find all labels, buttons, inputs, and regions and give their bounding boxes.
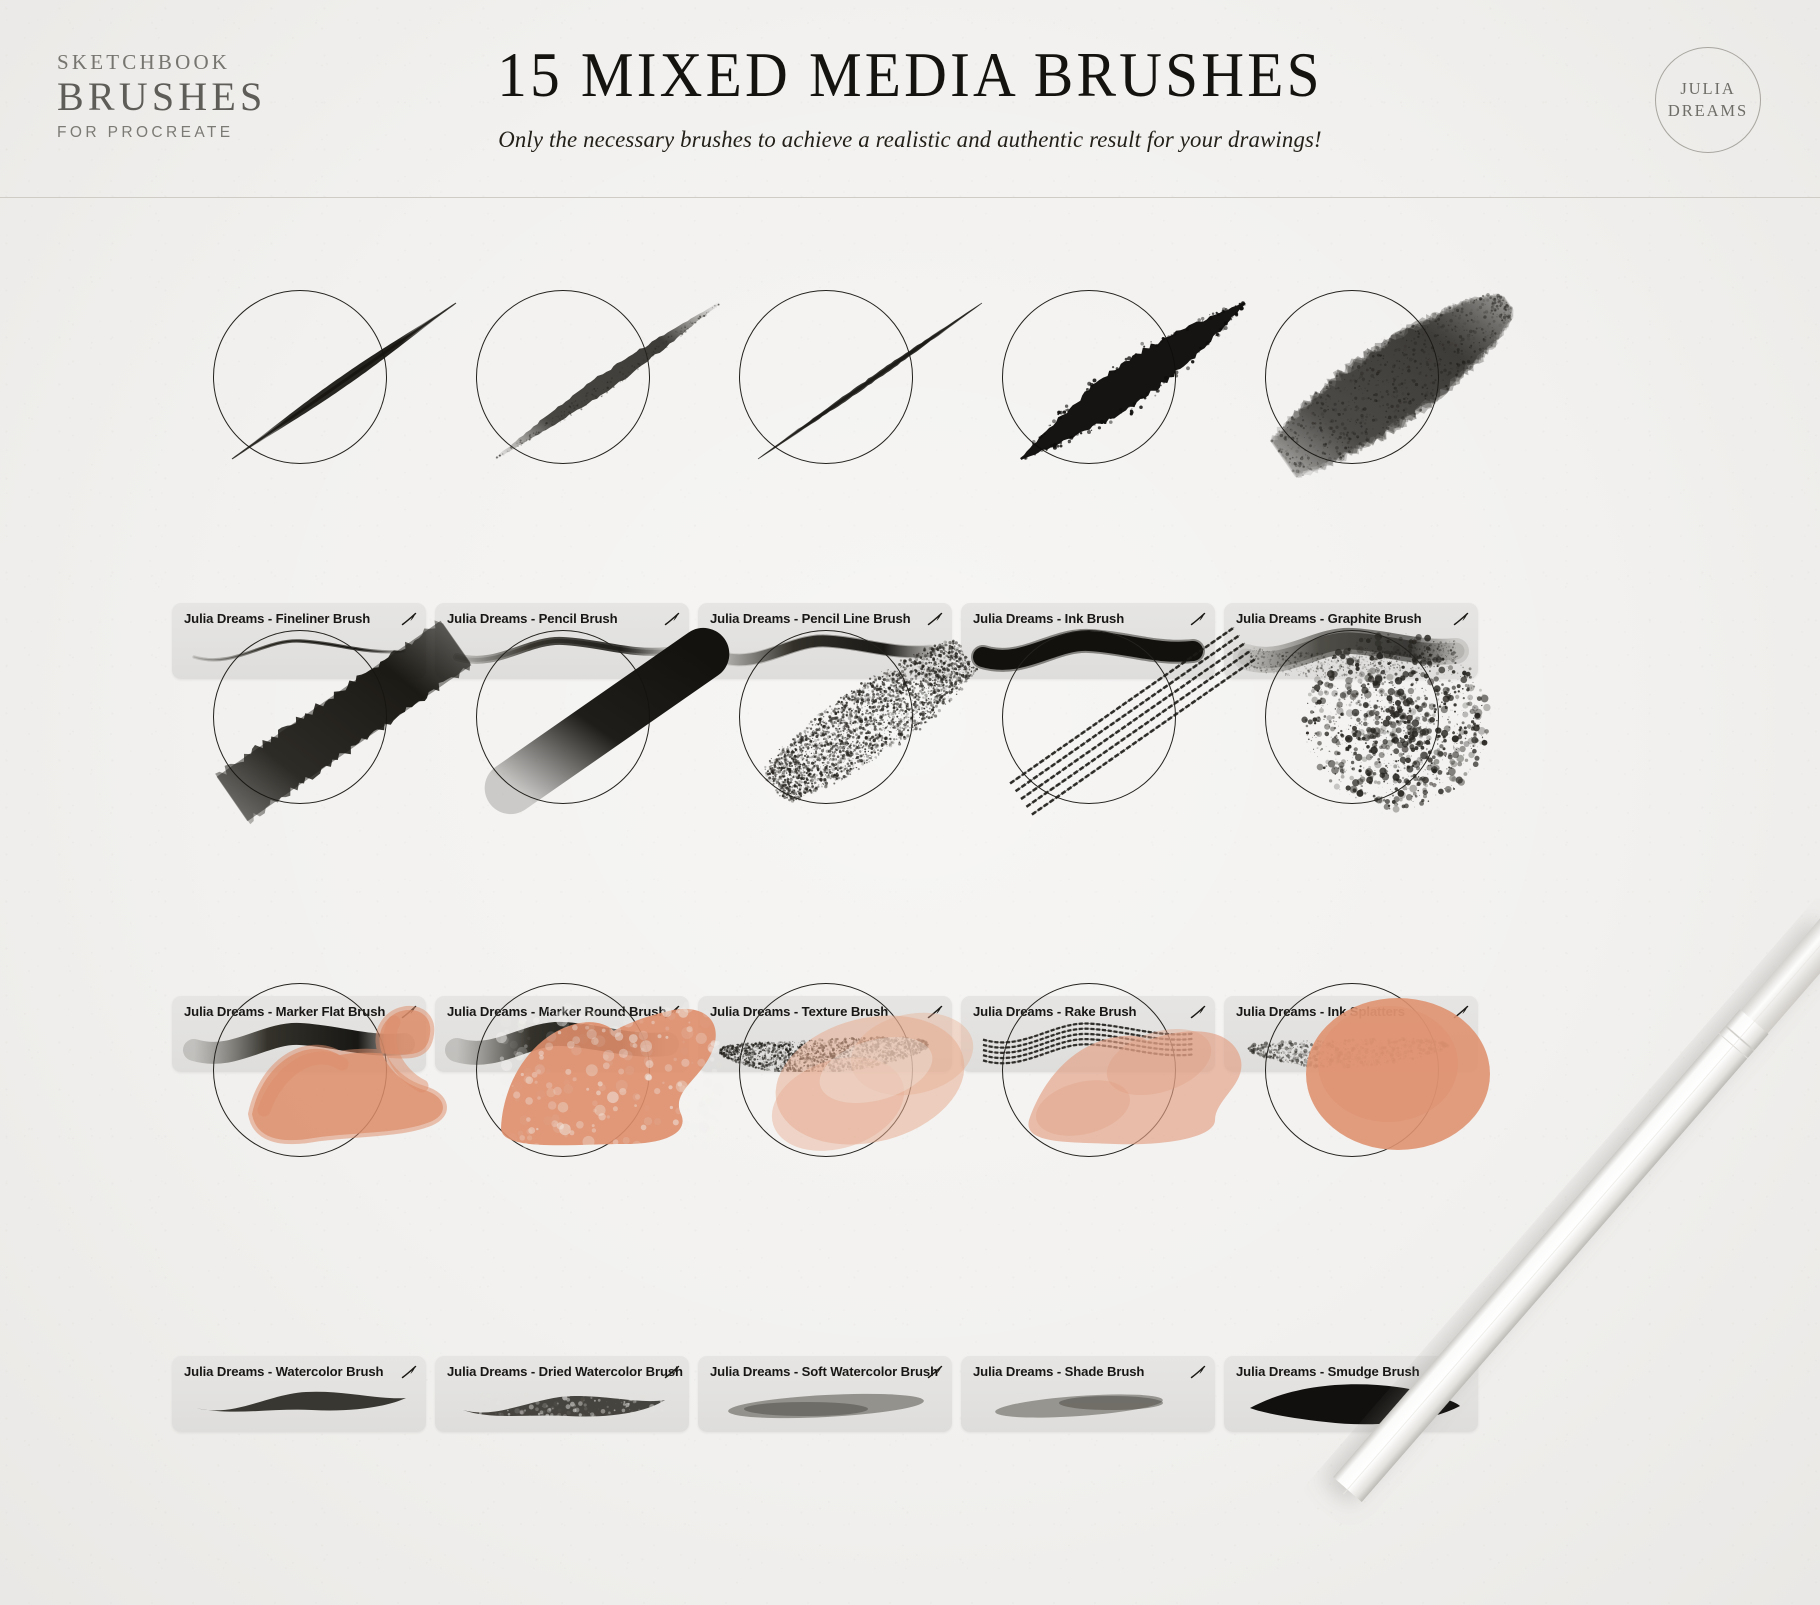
brush-name-label: Julia Dreams - Graphite Brush [1236, 611, 1422, 626]
edit-stroke-icon[interactable] [401, 1365, 417, 1379]
brush-stroke-ink [983, 269, 1283, 491]
edit-stroke-icon[interactable] [1453, 1365, 1469, 1379]
edit-stroke-icon[interactable] [927, 612, 943, 626]
brush-preview-circle [213, 983, 447, 1157]
brush-preview-circle [213, 620, 472, 825]
brush-preview-circle [1002, 983, 1242, 1157]
brush-label-card[interactable]: Julia Dreams - Watercolor Brush [172, 1356, 426, 1432]
brush-name-label: Julia Dreams - Watercolor Brush [184, 1364, 384, 1379]
brush-stroke-preview [435, 1378, 689, 1432]
brush-preview-circle [1265, 630, 1491, 813]
title-block: 15 MIXED MEDIA BRUSHES Only the necessar… [0, 0, 1820, 154]
edit-stroke-icon[interactable] [401, 1005, 417, 1019]
brush-label-card[interactable]: Julia Dreams - Dried Watercolor Brush [435, 1356, 689, 1432]
brush-preview-circle [1265, 983, 1490, 1157]
edit-stroke-icon[interactable] [664, 1365, 680, 1379]
brush-stroke-pencil [457, 269, 757, 491]
page-subtitle: Only the necessary brushes to achieve a … [498, 127, 1322, 153]
edit-stroke-icon[interactable] [927, 1365, 943, 1379]
edit-stroke-icon[interactable] [1190, 1365, 1206, 1379]
brush-label-card[interactable]: Julia Dreams - Soft Watercolor Brush [698, 1356, 952, 1432]
brand-badge-line-1: JULIA [1680, 79, 1736, 99]
brush-stroke-preview [172, 1378, 426, 1432]
brush-stroke-graphite [1246, 269, 1546, 491]
brush-stroke-fineliner [194, 269, 494, 491]
brush-label-card[interactable]: Julia Dreams - Smudge Brush [1224, 1356, 1478, 1432]
edit-stroke-icon[interactable] [664, 1005, 680, 1019]
brush-name-label: Julia Dreams - Dried Watercolor Brush [447, 1364, 683, 1379]
brush-name-label: Julia Dreams - Soft Watercolor Brush [710, 1364, 939, 1379]
brush-preview-circle [1002, 290, 1246, 464]
page-title: 15 MIXED MEDIA BRUSHES [497, 40, 1323, 110]
brush-name-label: Julia Dreams - Pencil Brush [447, 611, 618, 626]
brush-name-label: Julia Dreams - Fineliner Brush [184, 611, 371, 626]
edit-stroke-icon[interactable] [664, 612, 680, 626]
edit-stroke-icon[interactable] [1453, 1005, 1469, 1019]
edit-stroke-icon[interactable] [927, 1005, 943, 1019]
brush-stroke-preview [698, 1378, 952, 1432]
brush-preview-circle [739, 983, 974, 1157]
brush-preview-circle [739, 630, 979, 804]
brush-stroke-preview [1224, 1378, 1478, 1432]
edit-stroke-icon[interactable] [1453, 612, 1469, 626]
edit-stroke-icon[interactable] [1190, 612, 1206, 626]
brush-preview-circle [1002, 626, 1257, 816]
edit-stroke-icon[interactable] [401, 612, 417, 626]
brush-stroke-preview [961, 1378, 1215, 1432]
brush-preview-circle [213, 290, 457, 464]
brush-name-label: Julia Dreams - Pencil Line Brush [710, 611, 911, 626]
brush-name-label: Julia Dreams - Ink Brush [973, 611, 1125, 626]
brush-label-card[interactable]: Julia Dreams - Shade Brush [961, 1356, 1215, 1432]
brand-badge-line-2: DREAMS [1667, 101, 1749, 120]
edit-stroke-icon[interactable] [1190, 1005, 1206, 1019]
brush-preview-circle [476, 983, 725, 1157]
brush-preview-circle [1265, 290, 1514, 479]
brand-badge: JULIA DREAMS [1655, 47, 1761, 153]
brush-preview-circle [476, 290, 721, 464]
brush-preview-circle [476, 627, 730, 815]
brush-name-label: Julia Dreams - Shade Brush [973, 1364, 1145, 1379]
brush-name-label: Julia Dreams - Smudge Brush [1236, 1364, 1420, 1379]
header-divider [0, 197, 1820, 198]
page-header: SKETCHBOOK BRUSHES FOR PROCREATE 15 MIXE… [0, 0, 1820, 198]
brush-stroke-pencil-line [720, 269, 1020, 491]
brush-grid: Julia Dreams - Fineliner Brush Julia Drea… [0, 198, 1820, 1605]
brush-preview-circle [739, 290, 983, 464]
